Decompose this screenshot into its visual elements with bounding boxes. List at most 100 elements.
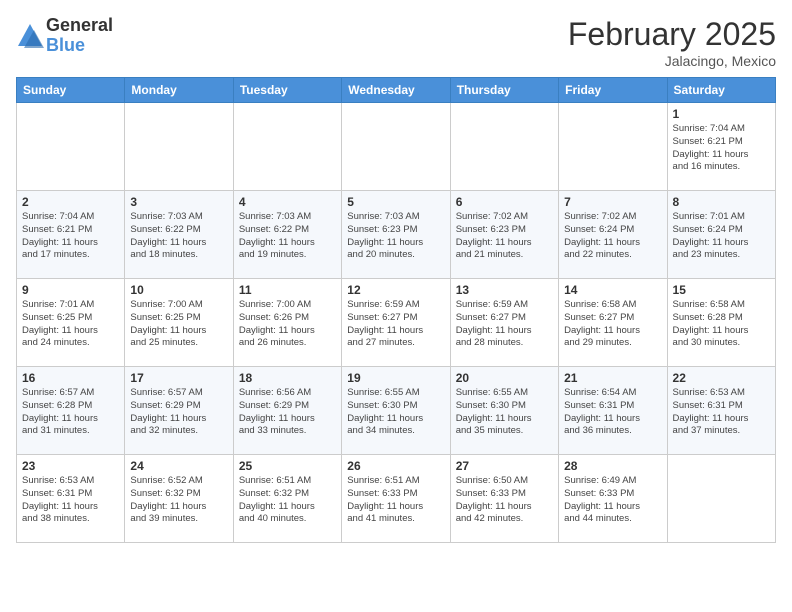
calendar-day-cell: 21 Sunrise: 6:54 AM Sunset: 6:31 PM Dayli…: [559, 367, 667, 455]
day-info: Sunrise: 6:58 AM Sunset: 6:28 PM Dayligh…: [673, 299, 770, 350]
day-info: Sunrise: 7:03 AM Sunset: 6:22 PM Dayligh…: [130, 211, 227, 262]
day-number: 9: [22, 283, 119, 297]
day-number: 20: [456, 371, 553, 385]
day-info: Sunrise: 6:51 AM Sunset: 6:32 PM Dayligh…: [239, 475, 336, 526]
calendar-day-cell: 9 Sunrise: 7:01 AM Sunset: 6:25 PM Daylig…: [17, 279, 125, 367]
calendar-day-cell: 18Sunrise: 6:56 AM Sunset: 6:29 PM Dayli…: [233, 367, 341, 455]
logo-general-text: General: [46, 16, 113, 36]
day-info: Sunrise: 7:03 AM Sunset: 6:22 PM Dayligh…: [239, 211, 336, 262]
calendar-day-cell: 15 Sunrise: 6:58 AM Sunset: 6:28 PM Dayli…: [667, 279, 775, 367]
calendar-week-row: 1 Sunrise: 7:04 AM Sunset: 6:21 PM Daylig…: [17, 103, 776, 191]
calendar-day-cell: 28 Sunrise: 6:49 AM Sunset: 6:33 PM Dayli…: [559, 455, 667, 543]
day-number: 26: [347, 459, 444, 473]
day-info: Sunrise: 7:04 AM Sunset: 6:21 PM Dayligh…: [22, 211, 119, 262]
day-info: Sunrise: 6:59 AM Sunset: 6:27 PM Dayligh…: [347, 299, 444, 350]
day-number: 25: [239, 459, 336, 473]
day-info: Sunrise: 6:56 AM Sunset: 6:29 PM Dayligh…: [239, 387, 336, 438]
day-info: Sunrise: 7:02 AM Sunset: 6:24 PM Dayligh…: [564, 211, 661, 262]
day-number: 8: [673, 195, 770, 209]
calendar-day-cell: 23 Sunrise: 6:53 AM Sunset: 6:31 PM Dayli…: [17, 455, 125, 543]
logo-blue-text: Blue: [46, 36, 113, 56]
day-of-week-header: Saturday: [667, 78, 775, 103]
day-number: 17: [130, 371, 227, 385]
logo: General Blue: [16, 16, 113, 56]
logo-icon: [16, 22, 44, 50]
day-info: Sunrise: 6:59 AM Sunset: 6:27 PM Dayligh…: [456, 299, 553, 350]
calendar-day-cell: [233, 103, 341, 191]
day-info: Sunrise: 6:58 AM Sunset: 6:27 PM Dayligh…: [564, 299, 661, 350]
day-info: Sunrise: 6:52 AM Sunset: 6:32 PM Dayligh…: [130, 475, 227, 526]
day-number: 11: [239, 283, 336, 297]
day-info: Sunrise: 7:01 AM Sunset: 6:25 PM Dayligh…: [22, 299, 119, 350]
day-info: Sunrise: 6:57 AM Sunset: 6:29 PM Dayligh…: [130, 387, 227, 438]
day-of-week-header: Sunday: [17, 78, 125, 103]
day-number: 22: [673, 371, 770, 385]
calendar-week-row: 23 Sunrise: 6:53 AM Sunset: 6:31 PM Dayli…: [17, 455, 776, 543]
calendar-week-row: 2 Sunrise: 7:04 AM Sunset: 6:21 PM Daylig…: [17, 191, 776, 279]
calendar-day-cell: 2 Sunrise: 7:04 AM Sunset: 6:21 PM Daylig…: [17, 191, 125, 279]
calendar-day-cell: 8 Sunrise: 7:01 AM Sunset: 6:24 PM Daylig…: [667, 191, 775, 279]
calendar-day-cell: [450, 103, 558, 191]
calendar-day-cell: [17, 103, 125, 191]
calendar-day-cell: 3 Sunrise: 7:03 AM Sunset: 6:22 PM Daylig…: [125, 191, 233, 279]
day-info: Sunrise: 6:53 AM Sunset: 6:31 PM Dayligh…: [22, 475, 119, 526]
calendar-day-cell: 10 Sunrise: 7:00 AM Sunset: 6:25 PM Dayli…: [125, 279, 233, 367]
calendar-day-cell: 16Sunrise: 6:57 AM Sunset: 6:28 PM Dayli…: [17, 367, 125, 455]
calendar-day-cell: 27 Sunrise: 6:50 AM Sunset: 6:33 PM Dayli…: [450, 455, 558, 543]
day-info: Sunrise: 7:01 AM Sunset: 6:24 PM Dayligh…: [673, 211, 770, 262]
calendar-day-cell: [342, 103, 450, 191]
day-info: Sunrise: 6:50 AM Sunset: 6:33 PM Dayligh…: [456, 475, 553, 526]
day-number: 15: [673, 283, 770, 297]
location-subtitle: Jalacingo, Mexico: [568, 53, 776, 69]
calendar-day-cell: [559, 103, 667, 191]
day-info: Sunrise: 7:00 AM Sunset: 6:25 PM Dayligh…: [130, 299, 227, 350]
day-number: 5: [347, 195, 444, 209]
day-number: 6: [456, 195, 553, 209]
calendar-day-cell: 11Sunrise: 7:00 AM Sunset: 6:26 PM Dayli…: [233, 279, 341, 367]
calendar-table: SundayMondayTuesdayWednesdayThursdayFrid…: [16, 77, 776, 543]
calendar-header-row: SundayMondayTuesdayWednesdayThursdayFrid…: [17, 78, 776, 103]
day-number: 23: [22, 459, 119, 473]
day-info: Sunrise: 6:54 AM Sunset: 6:31 PM Dayligh…: [564, 387, 661, 438]
day-number: 27: [456, 459, 553, 473]
day-of-week-header: Monday: [125, 78, 233, 103]
day-of-week-header: Wednesday: [342, 78, 450, 103]
day-number: 7: [564, 195, 661, 209]
day-number: 16: [22, 371, 119, 385]
day-number: 3: [130, 195, 227, 209]
calendar-day-cell: 5Sunrise: 7:03 AM Sunset: 6:23 PM Daylig…: [342, 191, 450, 279]
day-number: 1: [673, 107, 770, 121]
day-of-week-header: Friday: [559, 78, 667, 103]
day-number: 24: [130, 459, 227, 473]
day-number: 10: [130, 283, 227, 297]
day-info: Sunrise: 7:04 AM Sunset: 6:21 PM Dayligh…: [673, 123, 770, 174]
calendar-day-cell: 13 Sunrise: 6:59 AM Sunset: 6:27 PM Dayli…: [450, 279, 558, 367]
calendar-day-cell: 20Sunrise: 6:55 AM Sunset: 6:30 PM Dayli…: [450, 367, 558, 455]
calendar-day-cell: 14 Sunrise: 6:58 AM Sunset: 6:27 PM Dayli…: [559, 279, 667, 367]
calendar-day-cell: 25 Sunrise: 6:51 AM Sunset: 6:32 PM Dayli…: [233, 455, 341, 543]
day-number: 14: [564, 283, 661, 297]
calendar-day-cell: 17 Sunrise: 6:57 AM Sunset: 6:29 PM Dayli…: [125, 367, 233, 455]
month-title: February 2025: [568, 16, 776, 53]
calendar-week-row: 16Sunrise: 6:57 AM Sunset: 6:28 PM Dayli…: [17, 367, 776, 455]
calendar-day-cell: [667, 455, 775, 543]
calendar-day-cell: 19 Sunrise: 6:55 AM Sunset: 6:30 PM Dayli…: [342, 367, 450, 455]
day-number: 2: [22, 195, 119, 209]
calendar-day-cell: 12 Sunrise: 6:59 AM Sunset: 6:27 PM Dayli…: [342, 279, 450, 367]
calendar-day-cell: 22 Sunrise: 6:53 AM Sunset: 6:31 PM Dayli…: [667, 367, 775, 455]
calendar-day-cell: 26Sunrise: 6:51 AM Sunset: 6:33 PM Dayli…: [342, 455, 450, 543]
day-number: 28: [564, 459, 661, 473]
day-number: 12: [347, 283, 444, 297]
calendar-day-cell: 6Sunrise: 7:02 AM Sunset: 6:23 PM Daylig…: [450, 191, 558, 279]
day-number: 13: [456, 283, 553, 297]
day-info: Sunrise: 6:53 AM Sunset: 6:31 PM Dayligh…: [673, 387, 770, 438]
day-of-week-header: Tuesday: [233, 78, 341, 103]
calendar-day-cell: 4Sunrise: 7:03 AM Sunset: 6:22 PM Daylig…: [233, 191, 341, 279]
calendar-day-cell: [125, 103, 233, 191]
day-number: 19: [347, 371, 444, 385]
calendar-day-cell: 1 Sunrise: 7:04 AM Sunset: 6:21 PM Daylig…: [667, 103, 775, 191]
calendar-week-row: 9 Sunrise: 7:01 AM Sunset: 6:25 PM Daylig…: [17, 279, 776, 367]
day-info: Sunrise: 6:55 AM Sunset: 6:30 PM Dayligh…: [347, 387, 444, 438]
day-number: 21: [564, 371, 661, 385]
day-info: Sunrise: 6:49 AM Sunset: 6:33 PM Dayligh…: [564, 475, 661, 526]
